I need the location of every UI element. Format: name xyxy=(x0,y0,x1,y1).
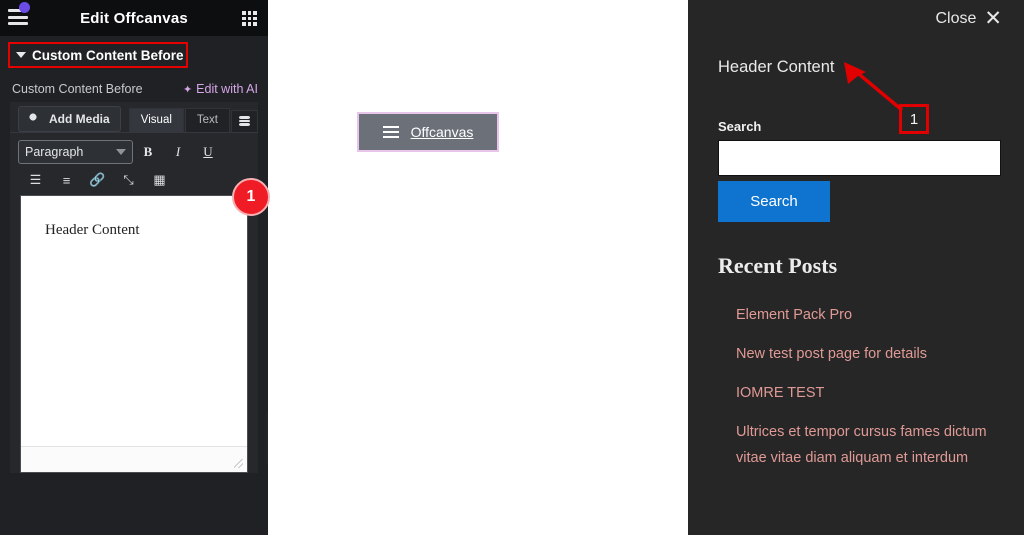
list-item[interactable]: IOMRE TEST xyxy=(736,380,1008,406)
tab-visual[interactable]: Visual xyxy=(128,108,184,132)
step-badge-1: 1 xyxy=(232,178,270,216)
offcanvas-trigger-button[interactable]: Offcanvas xyxy=(357,112,499,152)
screen-root: Edit Offcanvas Custom Content Before Cus… xyxy=(0,0,1024,535)
chevron-down-icon xyxy=(116,149,126,155)
underline-button[interactable]: U xyxy=(193,144,223,160)
toolbar-toggle-icon[interactable]: ▦ xyxy=(144,172,175,188)
close-label: Close xyxy=(935,9,977,27)
add-media-button[interactable]: Add Media xyxy=(18,106,121,132)
post-link[interactable]: New test post page for details xyxy=(736,346,927,362)
field-label: Custom Content Before xyxy=(12,82,143,96)
panel-header: Edit Offcanvas xyxy=(0,0,268,36)
bulleted-list-icon[interactable]: ☰ xyxy=(20,172,51,188)
section-header-custom-content-before[interactable]: Custom Content Before xyxy=(8,42,188,68)
arrow-up-left-icon xyxy=(844,62,904,112)
offcanvas-close-button[interactable]: Close ✕ xyxy=(935,8,1002,29)
notification-dot-icon xyxy=(19,2,30,13)
panel-title: Edit Offcanvas xyxy=(80,9,188,27)
format-select-value: Paragraph xyxy=(25,145,84,159)
add-media-icon xyxy=(29,112,44,126)
search-label: Search xyxy=(718,119,762,134)
annotation-step-box: 1 xyxy=(899,104,929,134)
editor-media-row: Add Media Visual Text xyxy=(10,102,258,132)
editor-toolbar-row-2: ☰ ≡ 🔗 ⤡ ▦ xyxy=(10,167,258,195)
edit-with-ai-button[interactable]: ✦ Edit with AI xyxy=(183,82,258,96)
format-select[interactable]: Paragraph xyxy=(18,140,133,164)
elementor-editor-panel: Edit Offcanvas Custom Content Before Cus… xyxy=(0,0,270,535)
search-input[interactable] xyxy=(718,140,1001,176)
field-label-row: Custom Content Before ✦ Edit with AI xyxy=(0,72,268,102)
editor-toolbar-row-1: Paragraph B I U xyxy=(10,132,258,167)
editor-status-bar xyxy=(21,446,247,472)
offcanvas-trigger-label: Offcanvas xyxy=(410,124,474,140)
resize-grip-icon[interactable] xyxy=(234,459,243,468)
fullscreen-icon[interactable]: ⤡ xyxy=(113,172,144,188)
editor-content-area[interactable]: Header Content xyxy=(20,195,248,473)
editor-content-text: Header Content xyxy=(45,222,140,238)
post-link[interactable]: IOMRE TEST xyxy=(736,385,824,401)
caret-down-icon xyxy=(16,52,26,58)
sparkle-icon: ✦ xyxy=(182,83,193,96)
preview-canvas: Offcanvas xyxy=(268,0,688,535)
wp-editor: Add Media Visual Text Paragraph B I U ☰ … xyxy=(10,102,258,473)
editor-mode-tabs: Visual Text xyxy=(128,108,258,132)
numbered-list-icon[interactable]: ≡ xyxy=(51,173,82,188)
list-item[interactable]: Element Pack Pro xyxy=(736,302,1008,328)
section-header-wrap: Custom Content Before xyxy=(0,42,268,72)
bold-button[interactable]: B xyxy=(133,144,163,160)
post-link[interactable]: Ultrices et tempor cursus fames dictum v… xyxy=(736,424,987,466)
section-header-label: Custom Content Before xyxy=(32,47,184,63)
recent-posts-list: Element Pack Pro New test post page for … xyxy=(736,302,1008,484)
post-link[interactable]: Element Pack Pro xyxy=(736,307,852,323)
search-button[interactable]: Search xyxy=(718,181,830,222)
apps-grid-icon[interactable] xyxy=(242,11,257,26)
tab-text[interactable]: Text xyxy=(184,108,230,132)
list-item[interactable]: Ultrices et tempor cursus fames dictum v… xyxy=(736,419,1008,471)
italic-button[interactable]: I xyxy=(163,144,193,160)
edit-with-ai-label: Edit with AI xyxy=(196,82,258,96)
offcanvas-heading: Header Content xyxy=(718,58,835,76)
close-x-icon: ✕ xyxy=(984,7,1002,30)
add-media-label: Add Media xyxy=(49,112,110,126)
hamburger-icon xyxy=(382,126,399,138)
list-item[interactable]: New test post page for details xyxy=(736,341,1008,367)
link-icon[interactable]: 🔗 xyxy=(82,172,113,188)
recent-posts-title: Recent Posts xyxy=(718,253,838,278)
database-stack-icon[interactable] xyxy=(231,110,258,132)
